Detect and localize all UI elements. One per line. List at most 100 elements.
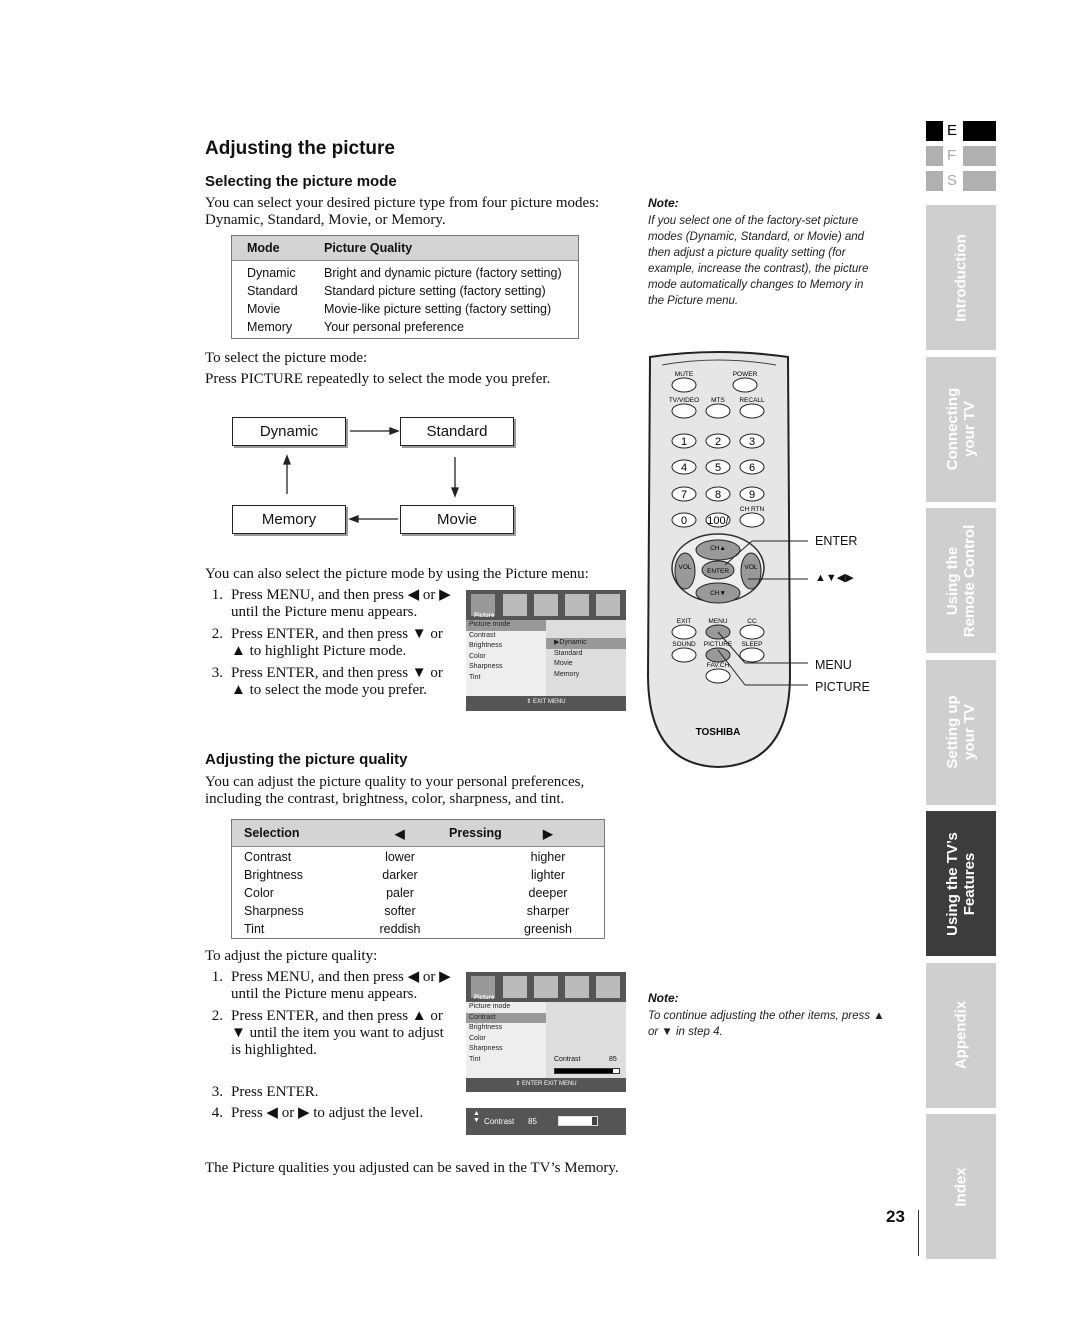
- tab-label: Introduction: [953, 234, 970, 321]
- menu-item: Picture mode: [469, 1003, 511, 1010]
- quality-cell: Movie-like picture setting (factory sett…: [324, 302, 552, 316]
- remote-button-label: CH▼: [710, 590, 726, 597]
- section-tab[interactable]: Introduction: [926, 205, 996, 350]
- note-heading: Note:: [648, 196, 679, 210]
- selection-cell: Tint: [244, 922, 265, 936]
- remote-button-label: MUTE: [675, 371, 694, 378]
- step-text: Press MENU, and then press ◀ or ▶: [231, 587, 451, 603]
- column-header: Selection: [244, 826, 300, 840]
- language-tab-e[interactable]: E: [947, 122, 957, 139]
- tab-label: Using the TV’s Features: [944, 832, 978, 936]
- step-text: Press ENTER, and then press ▼ or: [231, 626, 443, 642]
- language-tab-s[interactable]: S: [947, 172, 957, 189]
- tab-label: Setting up your TV: [944, 695, 978, 768]
- remote-button-label: MENU: [708, 618, 727, 625]
- remote-button[interactable]: [739, 512, 765, 528]
- section-tab[interactable]: Setting up your TV: [926, 659, 996, 805]
- section-tab[interactable]: Appendix: [926, 962, 996, 1108]
- remote-button[interactable]: [671, 624, 697, 640]
- remote-button[interactable]: [705, 668, 731, 684]
- note-heading: Note:: [648, 991, 679, 1005]
- remote-button-label: VOL: [744, 564, 757, 571]
- step-text: Press MENU, and then press ◀ or ▶: [231, 969, 451, 985]
- callout-enter: ENTER: [815, 534, 858, 548]
- tab-label: Connecting your TV: [944, 388, 978, 471]
- remote-button-label: 100/: [707, 515, 729, 527]
- remote-button[interactable]: [705, 403, 731, 419]
- step-text: ▲ to select the mode you prefer.: [231, 682, 428, 698]
- quality-cell: Your personal preference: [324, 320, 464, 334]
- right-effect-cell: greenish: [524, 922, 572, 936]
- closing-text: The Picture qualities you adjusted can b…: [205, 1160, 619, 1176]
- remote-button[interactable]: [739, 403, 765, 419]
- menu-tab-label: Picture: [474, 995, 495, 1001]
- tab-label-line: your TV: [961, 704, 978, 760]
- menu-item: Tint: [469, 673, 481, 681]
- language-tab-f[interactable]: F: [947, 147, 956, 164]
- level-bar: [558, 1116, 598, 1126]
- left-effect-cell: lower: [385, 850, 415, 864]
- mode-cell: Dynamic: [247, 266, 296, 280]
- language-marker: [963, 121, 996, 141]
- left-effect-cell: darker: [382, 868, 418, 882]
- note-line: the Picture menu.: [648, 295, 739, 307]
- section-tab[interactable]: Connecting your TV: [926, 356, 996, 502]
- remote-button[interactable]: [732, 377, 758, 393]
- remote-button-label: CH RTN: [740, 506, 765, 513]
- column-header: Mode: [247, 241, 280, 255]
- note-text: If you select one of the factory-set pic…: [648, 213, 869, 309]
- level-label: Contrast: [554, 1056, 581, 1063]
- step-number: 2.: [211, 1008, 223, 1024]
- menu-intro: You can also select the picture mode by …: [205, 566, 589, 582]
- menu-item: Contrast: [469, 631, 496, 639]
- step-text: ▼ until the item you want to adjust: [231, 1025, 444, 1041]
- intro-line: You can adjust the picture quality to yo…: [205, 774, 585, 790]
- tab-label-line: Connecting: [944, 387, 961, 471]
- remote-button[interactable]: [671, 377, 697, 393]
- remote-button-label: RECALL: [739, 397, 765, 404]
- step-number: 4.: [211, 1105, 223, 1121]
- section-tab[interactable]: Index: [926, 1114, 996, 1259]
- mode-cell: Memory: [247, 320, 293, 334]
- tab-label: Using the Remote Control: [944, 524, 978, 637]
- step-text: Press ◀ or ▶ to adjust the level.: [231, 1105, 424, 1121]
- menu-item: Picture mode: [466, 620, 546, 631]
- right-effect-cell: lighter: [530, 868, 566, 882]
- column-header: Picture Quality: [324, 241, 413, 255]
- menu-item: Tint: [469, 1055, 481, 1063]
- section-tab[interactable]: Using the TV’s Features: [926, 811, 996, 956]
- step-text: Press ENTER.: [231, 1084, 319, 1100]
- callout-menu: MENU: [815, 658, 852, 672]
- remote-button[interactable]: [739, 647, 765, 663]
- remote-button[interactable]: [671, 403, 697, 419]
- step-text: Press ENTER, and then press ▼ or: [231, 665, 443, 681]
- remote-button[interactable]: [739, 624, 765, 640]
- manual-page: Adjusting the picture Selecting the pict…: [0, 0, 1080, 1344]
- remote-button[interactable]: [671, 647, 697, 663]
- tab-label-line: Features: [961, 852, 978, 915]
- table-row: Tint reddish greenish: [232, 920, 604, 938]
- menu-footer: ⇕ ENTER EXIT MENU: [515, 1081, 577, 1087]
- remote-button-label: TV/VIDEO: [669, 397, 699, 404]
- remote-control-illustration: MUTE POWER TV/VIDEO MTS RECALL 1 2 3 4 5 6 7 8 9 0 100/…: [646, 351, 808, 769]
- section-tab[interactable]: Using the Remote Control: [926, 508, 996, 653]
- selection-cell: Brightness: [244, 868, 304, 882]
- table-row: Brightness darker lighter: [232, 866, 604, 884]
- remote-button-label: 6: [749, 462, 755, 474]
- bar-value: 85: [528, 1117, 537, 1126]
- selection-cell: Contrast: [244, 850, 292, 864]
- page-number: 23: [886, 1207, 905, 1226]
- right-effect-cell: sharper: [526, 904, 570, 918]
- left-effect-cell: softer: [384, 904, 416, 918]
- mode-table: Mode Picture Quality Dynamic Bright and dy…: [231, 235, 579, 339]
- tab-label-line: Remote Control: [961, 524, 978, 637]
- menu-item: Color: [469, 652, 486, 660]
- menu-item: Sharpness: [469, 1045, 503, 1053]
- note-line: If you select one of the factory-set pic…: [648, 215, 859, 227]
- table-row: Contrast lower higher: [232, 848, 604, 866]
- tab-label-line: Appendix: [952, 1000, 970, 1070]
- selection-cell: Sharpness: [244, 904, 304, 918]
- step-text: ▲ to highlight Picture mode.: [231, 643, 407, 659]
- menu-option: Standard: [554, 649, 583, 657]
- step-text: is highlighted.: [231, 1042, 317, 1058]
